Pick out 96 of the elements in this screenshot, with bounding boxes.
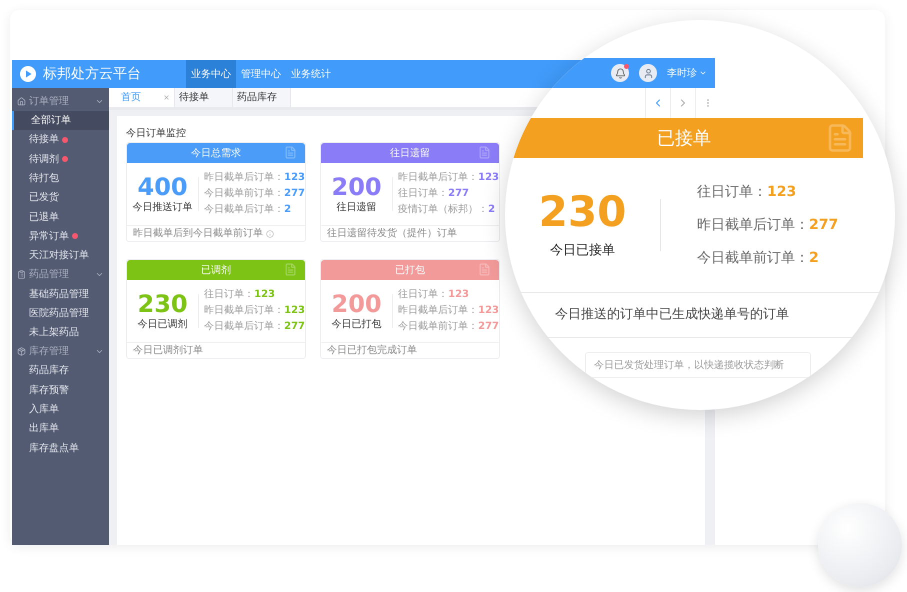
item-label: 药品库存: [29, 364, 69, 378]
document-icon: [284, 146, 297, 159]
card-title: 已接单: [657, 126, 711, 150]
caret-icon: [699, 69, 707, 77]
bell-button[interactable]: [611, 64, 629, 82]
stat-line: 昨日截单后订单：277: [697, 216, 838, 234]
card-title: 今日总需求: [191, 146, 241, 160]
card-caption: 今日推送订单: [132, 200, 193, 214]
item-label: 基础药品管理: [29, 288, 89, 302]
item-label: 库存盘点单: [29, 442, 79, 456]
sidebar-item[interactable]: 已退单: [12, 207, 109, 227]
stat-line: 今日截单后订单：2: [204, 203, 292, 217]
page-tab[interactable]: 药品库存: [233, 88, 291, 107]
page-tab[interactable]: 待接单: [175, 88, 233, 107]
sidebar-item[interactable]: 库存预警: [12, 380, 109, 400]
nav-tab[interactable]: 业务中心: [186, 60, 236, 88]
card-title: 已打包: [395, 264, 425, 278]
item-label: 已发货: [29, 191, 59, 206]
item-label: 异常订单: [29, 230, 69, 244]
item-label: 未上架药品: [29, 326, 79, 340]
user-menu[interactable]: 李时珍: [667, 66, 707, 80]
card-footer-text: 今日推送的订单中已生成快递单号的订单: [555, 306, 789, 324]
logo-text: 标邦处方云平台: [43, 64, 142, 84]
card-title: 已调剂: [201, 264, 231, 278]
card-number: 200: [332, 174, 382, 200]
sidebar-item[interactable]: 入库单: [12, 400, 109, 420]
box-icon: [17, 347, 26, 356]
stat-line: 往日订单：277: [398, 187, 470, 201]
group-label: 药品管理: [29, 268, 70, 282]
sidebar-group[interactable]: 库存管理: [12, 342, 109, 362]
logo-icon: [19, 65, 37, 83]
card-footer-text: 昨日截单后到今日截单前订单: [133, 226, 263, 241]
sidebar-item[interactable]: 待接单: [12, 130, 109, 150]
card-footer-text: 往日遗留待发货（提件）订单: [327, 226, 457, 241]
card-number: 230: [138, 290, 188, 316]
sidebar-item[interactable]: 未上架药品: [12, 322, 109, 342]
sidebar-item[interactable]: 出库单: [12, 419, 109, 438]
group-label: 库存管理: [29, 344, 70, 360]
sidebar-item[interactable]: 异常订单: [12, 226, 109, 246]
stat-line: 往日订单：123: [398, 288, 470, 302]
document-icon: [478, 146, 491, 159]
sidebar-item[interactable]: 医院药品管理: [12, 304, 109, 323]
stat-line: 今日截单前订单：2: [697, 248, 820, 268]
sidebar-group[interactable]: 订单管理: [12, 92, 109, 111]
stat-line: 昨日截单后订单：123: [398, 304, 499, 318]
close-icon[interactable]: [163, 94, 170, 101]
sidebar-item[interactable]: 天江对接订单: [12, 246, 109, 266]
card-caption: 往日遗留: [336, 200, 377, 214]
sidebar-item[interactable]: 已发货: [12, 188, 109, 208]
sidebar-item[interactable]: 基础药品管理: [12, 284, 109, 304]
sidebar-item[interactable]: 全部订单: [12, 111, 109, 130]
sidebar-item[interactable]: 待调剂: [12, 150, 109, 169]
item-label: 待接单: [29, 132, 59, 148]
stat-line: 昨日截单后订单：123: [398, 171, 499, 185]
card-footer-text: 今日已发货处理订单，以快递揽收状态判断: [594, 358, 784, 372]
item-label: 出库单: [29, 422, 59, 436]
card-title: 往日遗留: [390, 146, 430, 160]
clipboard-icon: [17, 270, 26, 280]
item-label: 入库单: [29, 402, 59, 417]
card-caption: 今日已打包: [332, 318, 382, 332]
item-label: 已退单: [29, 210, 59, 225]
sidebar-item[interactable]: 药品库存: [12, 361, 109, 381]
stat-line: 往日订单：123: [697, 182, 798, 202]
nav-tab[interactable]: 业务统计: [286, 60, 336, 88]
card-footer-text: 今日已调剂订单: [133, 344, 203, 358]
stat-line: 往日订单：123: [204, 288, 276, 302]
item-label: 天江对接订单: [29, 248, 89, 264]
card-caption: 今日已调剂: [138, 318, 188, 332]
stat-line: 疫情订单（标邦）：2: [398, 203, 496, 217]
card-number: 200: [332, 290, 382, 316]
card-footer-text: 今日已打包完成订单: [327, 344, 417, 358]
group-label: 订单管理: [29, 94, 70, 109]
stat-line: 今日截单前订单：277: [398, 320, 499, 334]
card-caption: 今日已接单: [550, 242, 615, 260]
sidebar-item[interactable]: 库存盘点单: [12, 438, 109, 458]
item-label: 待调剂: [29, 152, 59, 167]
panel-title: 今日订单监控: [126, 126, 186, 141]
home-icon: [17, 97, 26, 106]
chevron-down-icon: [95, 97, 104, 106]
item-label: 待打包: [29, 172, 59, 186]
item-label: 医院药品管理: [29, 306, 89, 321]
nav-tab[interactable]: 管理中心: [236, 60, 286, 88]
item-label: 库存预警: [29, 384, 69, 398]
item-label: 全部订单: [31, 114, 71, 128]
stat-line: 昨日截单后订单：123: [204, 171, 305, 185]
card-number: 230: [538, 189, 626, 236]
user-icon: [642, 68, 654, 78]
stat-line: 昨日截单后订单：123: [204, 304, 305, 318]
stat-line: 今日截单前订单：277: [204, 187, 305, 201]
card-number: 400: [138, 174, 188, 200]
document-icon: [478, 263, 491, 276]
stat-line: 今日截单后订单：277: [204, 320, 305, 334]
sidebar-item[interactable]: 待打包: [12, 168, 109, 188]
sidebar-group[interactable]: 药品管理: [12, 265, 109, 284]
bell-icon: [614, 68, 626, 78]
document-icon: [284, 263, 297, 276]
